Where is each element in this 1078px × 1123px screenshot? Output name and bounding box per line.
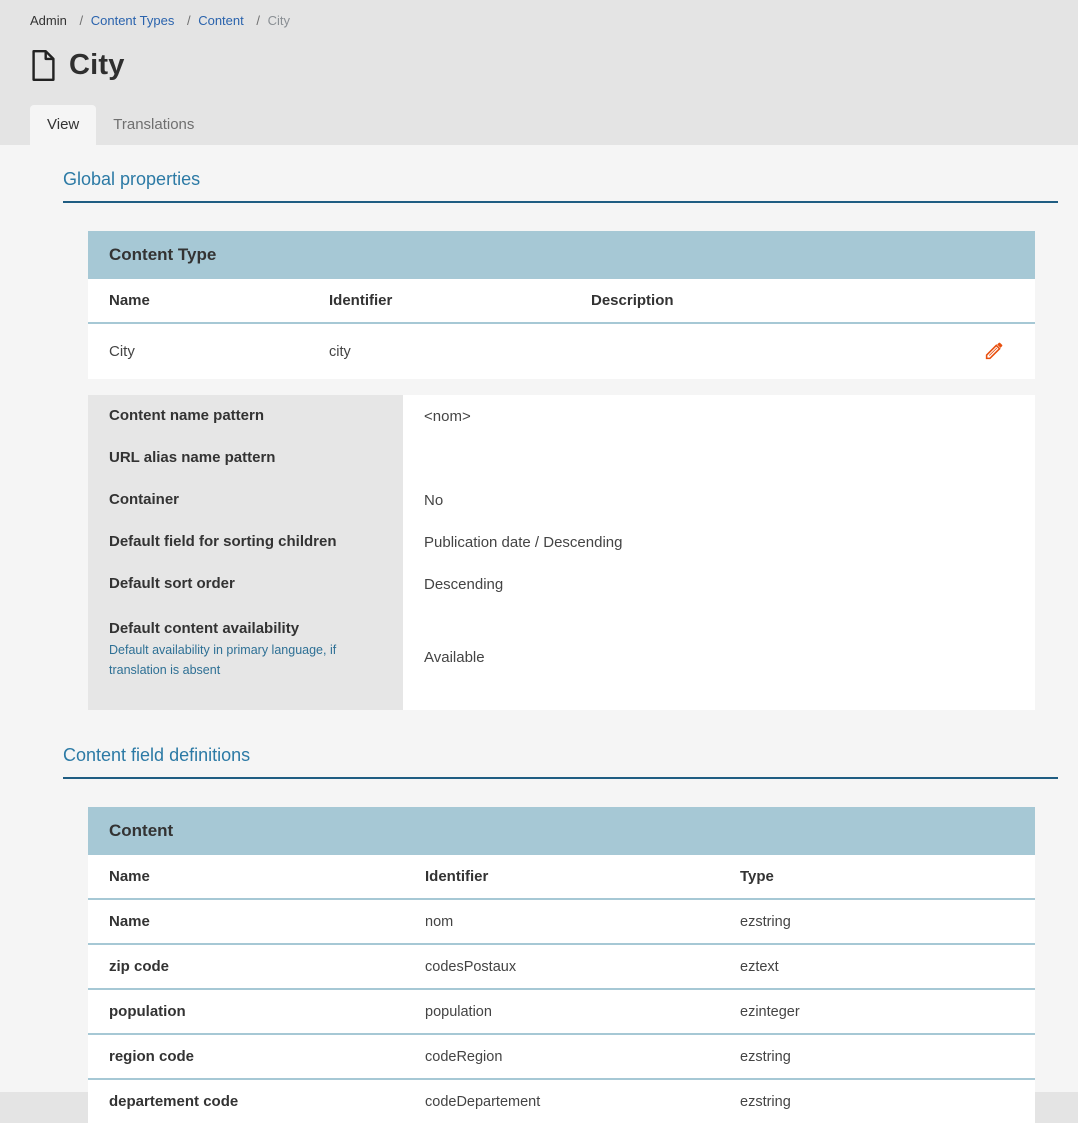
property-label: Default sort order bbox=[109, 574, 379, 594]
property-row-content-name-pattern: Content name pattern <nom> bbox=[88, 395, 1035, 437]
field-identifier: codesPostaux bbox=[404, 944, 719, 989]
table-caption: Content Type bbox=[88, 231, 1035, 279]
property-row-container: Container No bbox=[88, 479, 1035, 521]
document-icon bbox=[30, 49, 57, 82]
field-identifier: population bbox=[404, 989, 719, 1034]
field-type: ezstring bbox=[719, 899, 1035, 944]
field-definitions-table: Content Name Identifier Type Name nom ez… bbox=[88, 807, 1035, 1123]
tab-translations[interactable]: Translations bbox=[96, 105, 211, 145]
column-header-identifier: Identifier bbox=[404, 855, 719, 899]
property-value bbox=[403, 437, 1035, 479]
content-type-description bbox=[570, 323, 961, 379]
property-row-default-availability: Default content availability Default ava… bbox=[88, 605, 1035, 710]
breadcrumb-item-current: City bbox=[268, 13, 290, 28]
field-type: ezstring bbox=[719, 1034, 1035, 1079]
property-label: Content name pattern bbox=[109, 406, 379, 426]
column-header-name: Name bbox=[88, 855, 404, 899]
table-row: population population ezinteger bbox=[88, 989, 1035, 1034]
content-type-name: City bbox=[88, 323, 308, 379]
field-identifier: nom bbox=[404, 899, 719, 944]
page-title: City bbox=[69, 49, 125, 82]
property-label: Container bbox=[109, 490, 379, 510]
content-type-identifier: city bbox=[308, 323, 570, 379]
property-value: <nom> bbox=[403, 395, 1035, 437]
tab-view[interactable]: View bbox=[30, 105, 96, 145]
field-type: eztext bbox=[719, 944, 1035, 989]
table-row: departement code codeDepartement ezstrin… bbox=[88, 1079, 1035, 1123]
table-row: zip code codesPostaux eztext bbox=[88, 944, 1035, 989]
table-row: Name nom ezstring bbox=[88, 899, 1035, 944]
property-value: Publication date / Descending bbox=[403, 521, 1035, 563]
field-name: region code bbox=[88, 1034, 404, 1079]
section-heading-field-definitions: Content field definitions bbox=[63, 745, 1058, 779]
property-label: Default field for sorting children bbox=[109, 532, 379, 552]
breadcrumb-item-admin: Admin bbox=[30, 13, 67, 28]
property-row-default-sort-order: Default sort order Descending bbox=[88, 563, 1035, 605]
property-row-default-sort-field: Default field for sorting children Publi… bbox=[88, 521, 1035, 563]
tab-content: Global properties Content Type Name Iden… bbox=[0, 145, 1078, 1092]
table-header-row: Name Identifier Type bbox=[88, 855, 1035, 899]
field-name: zip code bbox=[88, 944, 404, 989]
property-value: Descending bbox=[403, 563, 1035, 605]
property-label: Default content availability bbox=[109, 619, 379, 639]
table-row: City city bbox=[88, 323, 1035, 379]
breadcrumb-separator: / bbox=[256, 13, 260, 28]
field-type: ezinteger bbox=[719, 989, 1035, 1034]
section-heading-global-properties: Global properties bbox=[63, 169, 1058, 203]
column-header-name: Name bbox=[88, 279, 308, 323]
property-value: No bbox=[403, 479, 1035, 521]
column-header-identifier: Identifier bbox=[308, 279, 570, 323]
field-name: departement code bbox=[88, 1079, 404, 1123]
column-header-actions bbox=[961, 279, 1035, 323]
breadcrumb-separator: / bbox=[187, 13, 191, 28]
breadcrumb-separator: / bbox=[79, 13, 83, 28]
breadcrumb: Admin / Content Types / Content / City bbox=[30, 0, 1058, 28]
field-identifier: codeDepartement bbox=[404, 1079, 719, 1123]
breadcrumb-link-content-types[interactable]: Content Types bbox=[91, 13, 175, 28]
edit-content-type-button[interactable] bbox=[982, 337, 1007, 364]
page-header: Admin / Content Types / Content / City C… bbox=[0, 0, 1078, 145]
global-properties-list: Content name pattern <nom> URL alias nam… bbox=[88, 395, 1035, 710]
column-header-description: Description bbox=[570, 279, 961, 323]
field-name: Name bbox=[88, 899, 404, 944]
field-identifier: codeRegion bbox=[404, 1034, 719, 1079]
table-caption: Content bbox=[88, 807, 1035, 855]
property-label: URL alias name pattern bbox=[109, 448, 379, 468]
property-row-url-alias-pattern: URL alias name pattern bbox=[88, 437, 1035, 479]
tab-bar: View Translations bbox=[30, 105, 1058, 145]
table-header-row: Name Identifier Description bbox=[88, 279, 1035, 323]
column-header-type: Type bbox=[719, 855, 1035, 899]
content-type-table: Content Type Name Identifier Description… bbox=[88, 231, 1035, 379]
field-name: population bbox=[88, 989, 404, 1034]
property-hint: Default availability in primary language… bbox=[109, 640, 359, 680]
pencil-icon bbox=[984, 350, 1005, 365]
property-value: Available bbox=[403, 605, 1035, 710]
breadcrumb-link-content[interactable]: Content bbox=[198, 13, 244, 28]
field-type: ezstring bbox=[719, 1079, 1035, 1123]
table-row: region code codeRegion ezstring bbox=[88, 1034, 1035, 1079]
